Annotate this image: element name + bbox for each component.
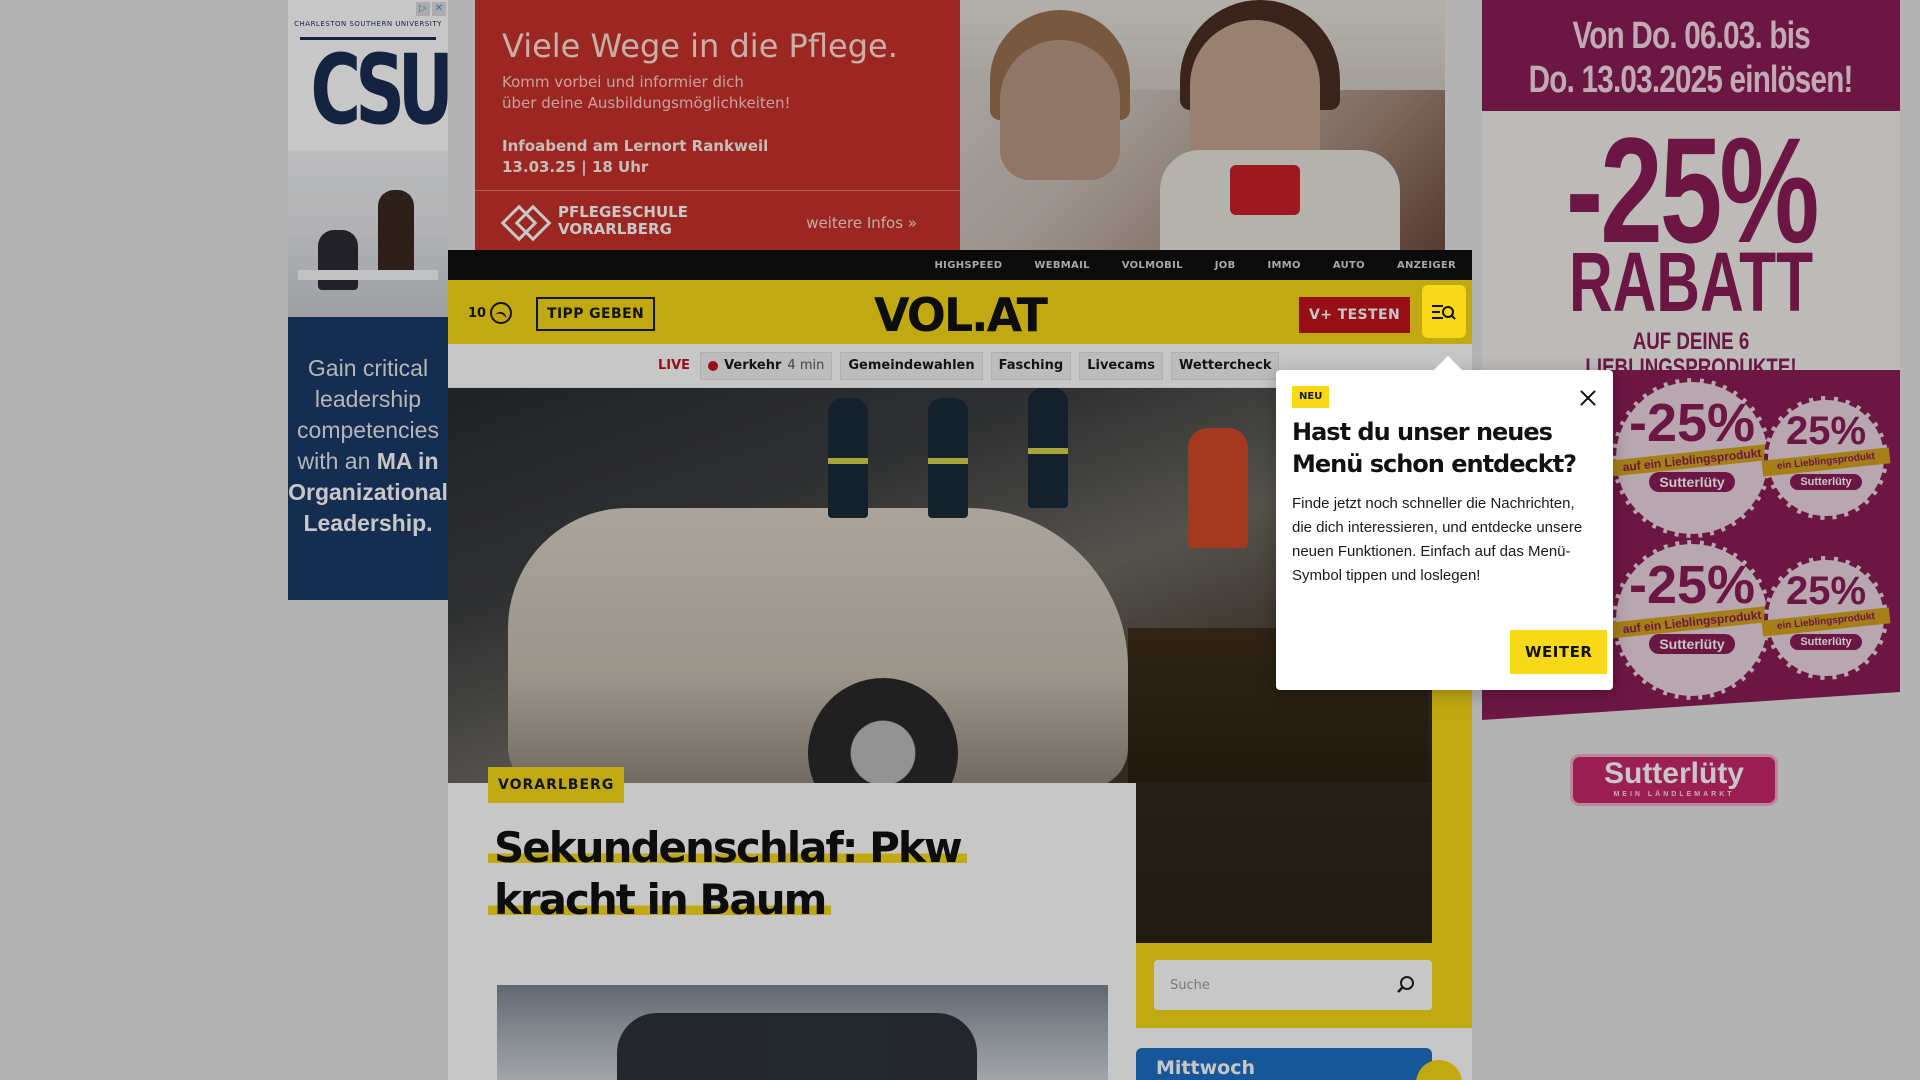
sticker-brand: Sutterlüty bbox=[1790, 474, 1862, 490]
tooltip-body: Finde jetzt noch schneller die Nachricht… bbox=[1292, 495, 1583, 584]
vplus-testen-button[interactable]: V+ TESTEN bbox=[1299, 297, 1411, 333]
firefighter-figure bbox=[928, 398, 968, 518]
close-icon[interactable] bbox=[1578, 388, 1598, 408]
discount-sticker: 25% ein Lieblingsprodukt Sutterlüty bbox=[1761, 556, 1891, 680]
ad-discount: -25% RABATT AUF DEINE 6 LIEBLINGSPRODUKT… bbox=[1482, 111, 1900, 381]
ad-subline-2: über deine Ausbildungsmöglichkeiten! bbox=[502, 94, 791, 112]
search-icon[interactable] bbox=[1396, 975, 1416, 995]
topbar-link-immo[interactable]: IMMO bbox=[1268, 260, 1301, 271]
topbar-link-volmobil[interactable]: VOLMOBIL bbox=[1122, 260, 1183, 271]
ad-headline: Viele Wege in die Pflege. bbox=[502, 27, 898, 65]
topbar-link-auto[interactable]: AUTO bbox=[1333, 260, 1365, 271]
discount-sticker: 25% ein Lieblingsprodukt Sutterlüty bbox=[1761, 396, 1891, 520]
sticker-percent: 25% bbox=[1785, 409, 1867, 453]
ad-photo bbox=[960, 0, 1445, 250]
service-topbar: HIGHSPEED WEBMAIL VOLMOBIL JOB IMMO AUTO… bbox=[448, 250, 1472, 280]
chip-gemeindewahlen[interactable]: Gemeindewahlen bbox=[840, 351, 983, 380]
pflegeschule-logo: PFLEGESCHULE VORARLBERG bbox=[502, 204, 688, 238]
car-window-shape bbox=[617, 1013, 977, 1080]
pflegeschule-name: PFLEGESCHULE VORARLBERG bbox=[558, 204, 688, 238]
live-label[interactable]: LIVE bbox=[658, 358, 690, 373]
sticker-brand: Sutterlüty bbox=[1649, 472, 1735, 492]
ad-event-line-2: 13.03.25 | 18 Uhr bbox=[502, 158, 649, 176]
temperature: 10 bbox=[468, 305, 487, 321]
article-headline[interactable]: Sekundenschlaf: Pkw kracht in Baum bbox=[488, 822, 1108, 926]
firefighter-figure bbox=[828, 398, 868, 518]
weather-day: Mittwoch bbox=[1156, 1057, 1255, 1079]
brand-tagline: MEIN LÄNDLEMARKT bbox=[1613, 791, 1735, 798]
topbar-link-highspeed[interactable]: HIGHSPEED bbox=[935, 260, 1003, 271]
topbar-link-anzeiger[interactable]: ANZEIGER bbox=[1397, 260, 1456, 271]
school-name-line-1: PFLEGESCHULE bbox=[558, 203, 688, 221]
pflegeschule-banner-ad[interactable]: Viele Wege in die Pflege. Komm vorbei un… bbox=[475, 0, 1445, 250]
ad-date-line-2: Do. 13.03.2025 einlösen! bbox=[1529, 59, 1854, 101]
sticker-percent: 25% bbox=[1785, 569, 1867, 613]
discount-sticker: -25% auf ein Lieblingsprodukt Sutterlüty bbox=[1609, 378, 1775, 538]
article-headline-text[interactable]: Sekundenschlaf: Pkw kracht in Baum bbox=[488, 823, 967, 924]
ad-divider bbox=[475, 190, 960, 191]
chip-verkehr-time: 4 min bbox=[787, 357, 825, 373]
ad-copy: Gain critical leadership competencies wi… bbox=[288, 317, 448, 600]
ad-event: Infoabend am Lernort Rankweil 13.03.25 |… bbox=[502, 136, 768, 178]
chip-wettercheck[interactable]: Wettercheck bbox=[1171, 351, 1280, 380]
firefighter-figure bbox=[1028, 388, 1068, 508]
ad-subline: Komm vorbei und informier dich über dein… bbox=[502, 72, 791, 114]
ad-text-panel: Viele Wege in die Pflege. Komm vorbei un… bbox=[475, 0, 960, 250]
person-figure bbox=[378, 190, 414, 280]
ad-more-link[interactable]: weitere Infos » bbox=[806, 214, 917, 232]
diamond-logo-icon bbox=[502, 208, 548, 234]
rescuer-figure bbox=[1188, 428, 1248, 548]
topbar-link-webmail[interactable]: WEBMAIL bbox=[1034, 260, 1089, 271]
sticker-percent: -25% bbox=[1628, 393, 1756, 453]
search-input[interactable] bbox=[1170, 977, 1396, 993]
csu-logo: CSU bbox=[310, 34, 448, 146]
highlighted-menu-button[interactable] bbox=[1422, 285, 1466, 338]
person-figure bbox=[318, 230, 358, 290]
sticker-brand: Sutterlüty bbox=[1649, 634, 1735, 654]
live-dot-icon bbox=[708, 360, 719, 371]
search-box[interactable] bbox=[1154, 960, 1432, 1010]
weather-card[interactable]: Mittwoch bbox=[1136, 1048, 1462, 1080]
table-shape bbox=[298, 270, 438, 280]
ad-university-name: CHARLESTON SOUTHERN UNIVERSITY bbox=[294, 20, 442, 28]
weather-icon bbox=[490, 302, 513, 324]
site-header: 10 TIPP GEBEN VOL.AT V+ TESTEN bbox=[448, 280, 1472, 344]
weiter-button[interactable]: WEITER bbox=[1510, 630, 1608, 674]
sticker-brand: Sutterlüty bbox=[1790, 634, 1862, 650]
new-badge: NEU bbox=[1292, 386, 1330, 408]
chip-livecams[interactable]: Livecams bbox=[1079, 351, 1163, 380]
ad-date-header: Von Do. 06.03. bis Do. 13.03.2025 einlös… bbox=[1482, 0, 1900, 111]
chip-fasching[interactable]: Fasching bbox=[990, 351, 1072, 380]
ad-event-line-1: Infoabend am Lernort Rankweil bbox=[502, 137, 769, 155]
new-menu-tooltip: NEU Hast du unser neues Menü schon entde… bbox=[1276, 370, 1613, 690]
adchoices[interactable]: ▷ ✕ bbox=[416, 2, 446, 16]
ad-subline-1: Komm vorbei und informier dich bbox=[502, 73, 744, 91]
sun-icon bbox=[1416, 1060, 1462, 1080]
person-face bbox=[1000, 40, 1120, 180]
ad-rabatt: RABATT bbox=[1568, 235, 1814, 329]
discount-sticker: -25% auf ein Lieblingsprodukt Sutterlüty bbox=[1609, 540, 1775, 700]
menu-search-icon bbox=[1432, 304, 1456, 320]
article-kicker[interactable]: VORARLBERG bbox=[488, 767, 625, 803]
article-thumbnail[interactable] bbox=[497, 985, 1108, 1080]
tooltip-title: Hast du unser neues Menü schon entdeckt? bbox=[1292, 418, 1577, 478]
ad-close-icon[interactable]: ✕ bbox=[432, 2, 446, 16]
csu-skyscraper-ad[interactable]: ▷ ✕ CHARLESTON SOUTHERN UNIVERSITY CSU G… bbox=[288, 0, 448, 600]
brand-name: Sutterlüty bbox=[1603, 757, 1744, 790]
school-name-line-2: VORARLBERG bbox=[558, 220, 672, 238]
adchoices-icon[interactable]: ▷ bbox=[416, 2, 430, 16]
sutterluety-logo: Sutterlüty MEIN LÄNDLEMARKT bbox=[1570, 754, 1778, 806]
weather-widget[interactable]: 10 bbox=[468, 302, 513, 324]
sticker-percent: -25% bbox=[1628, 555, 1756, 615]
ad-meeting-photo bbox=[288, 150, 448, 317]
ad-date-line-1: Von Do. 06.03. bis bbox=[1572, 15, 1810, 57]
chip-verkehr-label: Verkehr bbox=[724, 357, 782, 373]
tipp-geben-button[interactable]: TIPP GEBEN bbox=[536, 297, 656, 331]
chip-verkehr[interactable]: Verkehr 4 min bbox=[700, 351, 833, 380]
topbar-link-job[interactable]: JOB bbox=[1215, 260, 1236, 271]
red-object bbox=[1230, 165, 1300, 215]
